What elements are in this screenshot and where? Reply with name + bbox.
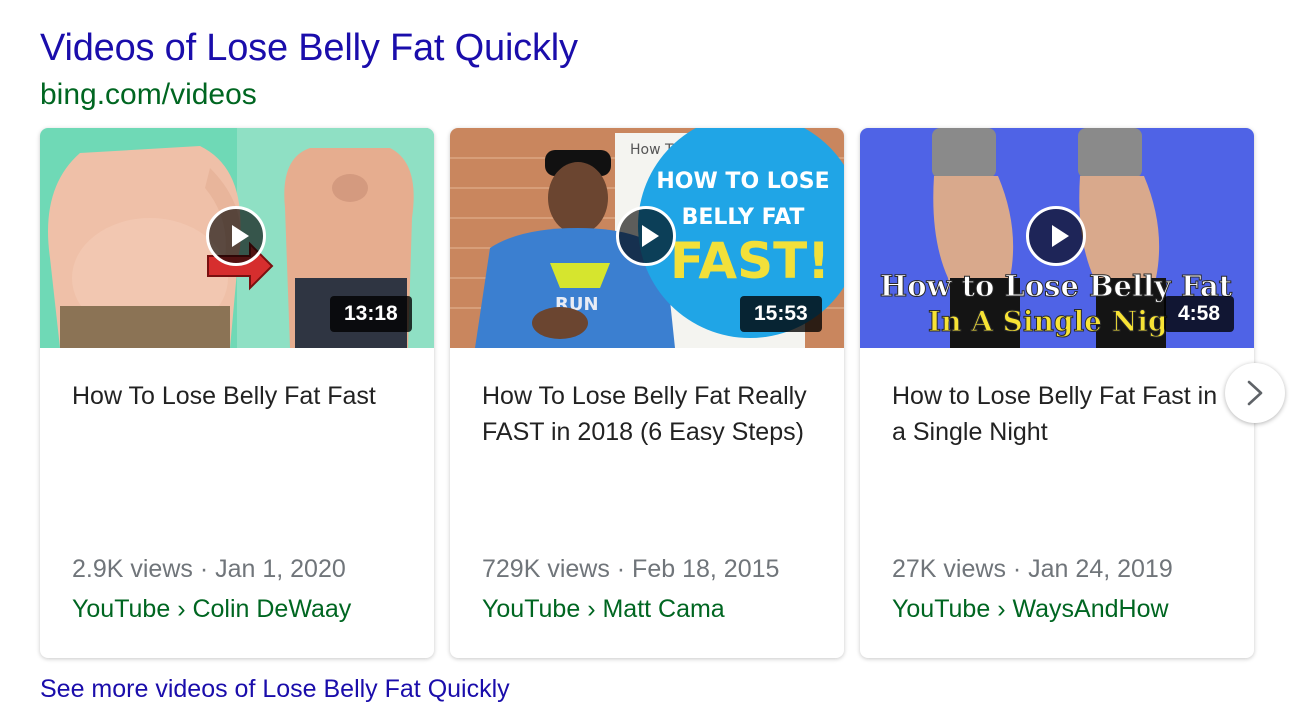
video-title[interactable]: How to Lose Belly Fat Fast in a Single N… [892, 378, 1232, 450]
source-url: bing.com/videos [40, 78, 257, 111]
results-title-link[interactable]: Videos of Lose Belly Fat Quickly [40, 26, 578, 70]
play-icon[interactable] [206, 206, 266, 266]
video-meta: 27K views · Jan 24, 2019 [892, 555, 1173, 583]
see-more-videos-link[interactable]: See more videos of Lose Belly Fat Quickl… [40, 672, 510, 706]
video-duration: 4:58 [1164, 296, 1235, 332]
video-title[interactable]: How To Lose Belly Fat Fast [72, 378, 412, 414]
video-meta: 729K views · Feb 18, 2015 [482, 555, 780, 583]
video-thumbnail[interactable]: How To RUN HOW TO LOSE BELLY FAT FAST! 1… [450, 128, 844, 348]
thumb-text-line1: HOW TO LOSE [656, 169, 829, 194]
video-carousel: 13:18 How To Lose Belly Fat Fast 2.9K vi… [40, 128, 1260, 658]
video-card[interactable]: How to Lose Belly Fat In A Single Nig 4:… [860, 128, 1254, 658]
thumb-text-line2: BELLY FAT [682, 205, 805, 230]
video-source[interactable]: YouTube › Colin DeWaay [72, 592, 351, 626]
play-icon[interactable] [616, 206, 676, 266]
thumb-text-line3: FAST! [670, 232, 830, 290]
chevron-right-icon [1247, 380, 1263, 406]
carousel-next-button[interactable] [1225, 363, 1285, 423]
video-meta: 2.9K views · Jan 1, 2020 [72, 555, 346, 583]
video-duration: 13:18 [330, 296, 412, 332]
video-card[interactable]: 13:18 How To Lose Belly Fat Fast 2.9K vi… [40, 128, 434, 658]
thumb-text-line2: In A Single Nig [928, 305, 1167, 338]
video-thumbnail[interactable]: How to Lose Belly Fat In A Single Nig 4:… [860, 128, 1254, 348]
video-duration: 15:53 [740, 296, 822, 332]
video-card[interactable]: How To RUN HOW TO LOSE BELLY FAT FAST! 1… [450, 128, 844, 658]
video-source[interactable]: YouTube › Matt Cama [482, 592, 725, 626]
video-thumbnail[interactable]: 13:18 [40, 128, 434, 348]
video-source[interactable]: YouTube › WaysAndHow [892, 592, 1169, 626]
video-title[interactable]: How To Lose Belly Fat Really FAST in 201… [482, 378, 822, 450]
play-icon[interactable] [1026, 206, 1086, 266]
